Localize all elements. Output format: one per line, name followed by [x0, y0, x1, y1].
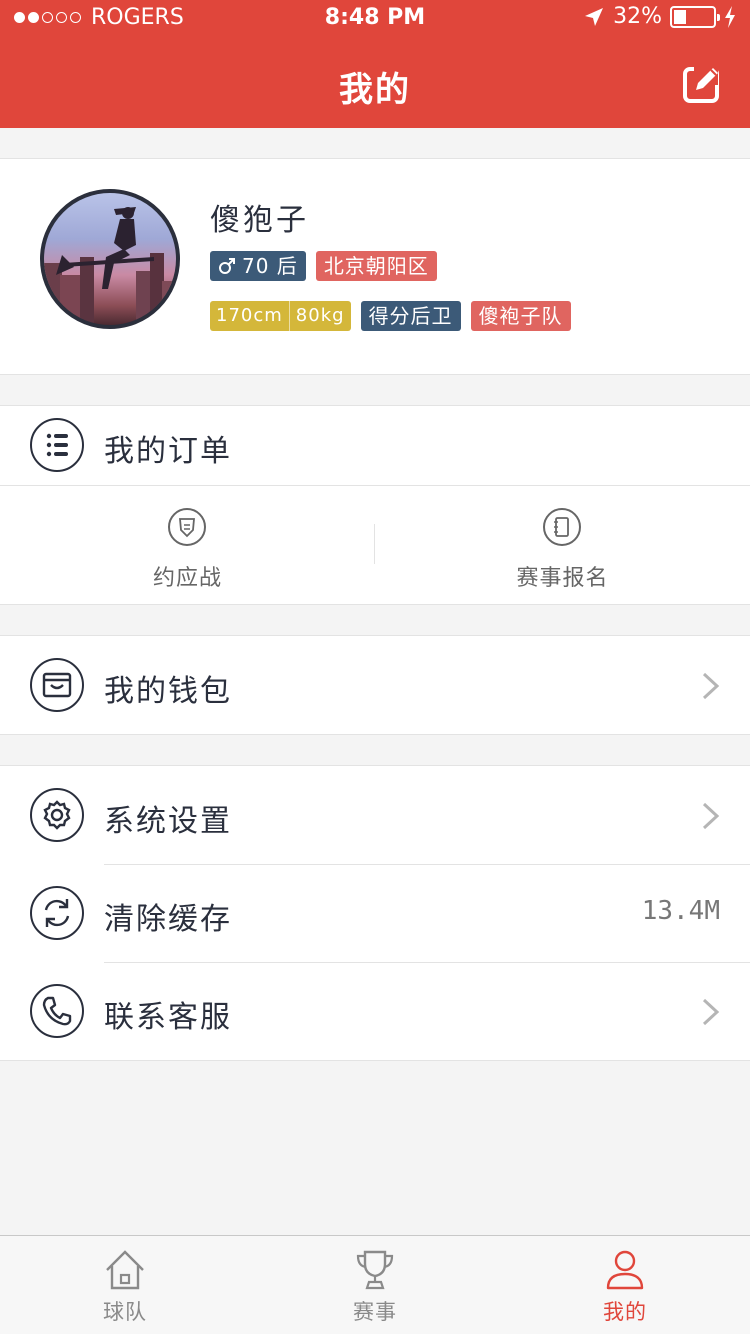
settings-row[interactable]: 系统设置 — [0, 766, 750, 864]
tab-bar: 球队 赛事 我的 — [0, 1235, 750, 1334]
location-tag: 北京朝阳区 — [315, 251, 437, 281]
status-right: 32% — [583, 4, 736, 29]
page-title: 我的 — [339, 70, 411, 110]
location-arrow-icon — [585, 7, 604, 26]
charging-bolt-icon — [725, 5, 735, 28]
wallet-label: 我的钱包 — [104, 674, 232, 709]
home-icon — [106, 1250, 144, 1290]
order-item-challenge[interactable]: 约应战 — [0, 486, 375, 606]
wallet-icon — [30, 658, 84, 712]
list-icon — [30, 418, 84, 472]
avatar-image — [44, 207, 176, 325]
settings-section: 系统设置 清除缓存 13.4M 联系客服 — [0, 765, 750, 1061]
tab-events[interactable]: 赛事 — [250, 1236, 500, 1334]
clear-cache-label: 清除缓存 — [104, 902, 232, 937]
refresh-icon — [30, 886, 84, 940]
orders-section: 我的订单 约应战 赛事报名 — [0, 405, 750, 605]
tab-label: 球队 — [103, 1300, 147, 1324]
battery-percent: 32% — [613, 4, 662, 29]
customer-service-row[interactable]: 联系客服 — [0, 963, 750, 1060]
order-item-label: 约应战 — [152, 566, 222, 591]
cache-size-value: 13.4M — [641, 896, 720, 926]
clear-cache-row[interactable]: 清除缓存 — [0, 865, 750, 962]
chevron-right-icon — [702, 672, 720, 700]
tag-row-player: 170cm 80kg 得分后卫 傻袍子队 — [210, 301, 571, 331]
settings-label: 系统设置 — [104, 804, 232, 839]
nickname: 傻狍子 — [210, 203, 309, 238]
profile-card[interactable]: 傻狍子 70 后 北京朝阳区 170cm 80kg 得分后卫 傻袍子队 — [0, 158, 750, 375]
order-item-registration[interactable]: 赛事报名 — [375, 486, 750, 606]
gender-age-tag: 70 后 — [210, 251, 306, 281]
trophy-icon — [356, 1250, 394, 1290]
body-stats-tag: 170cm 80kg — [210, 301, 351, 331]
customer-service-label: 联系客服 — [104, 1000, 232, 1035]
edit-icon[interactable] — [682, 64, 722, 104]
header-bar: ROGERS 8:48 PM 32% 我的 — [0, 0, 750, 128]
tab-team[interactable]: 球队 — [0, 1236, 250, 1334]
chevron-right-icon — [702, 802, 720, 830]
orders-label: 我的订单 — [104, 434, 232, 469]
order-item-label: 赛事报名 — [516, 566, 609, 591]
phone-icon — [30, 984, 84, 1038]
gender-age-text: 70 后 — [242, 254, 298, 278]
battery-icon — [670, 5, 720, 28]
weight-value: 80kg — [295, 305, 345, 326]
tab-label: 赛事 — [353, 1300, 397, 1324]
tag-row-basic: 70 后 北京朝阳区 — [210, 251, 437, 281]
notebook-icon — [543, 508, 581, 546]
gear-icon — [30, 788, 84, 842]
male-icon — [219, 258, 235, 274]
chevron-right-icon — [702, 998, 720, 1026]
tab-label: 我的 — [603, 1300, 647, 1324]
user-icon — [606, 1250, 644, 1290]
shield-icon — [168, 508, 206, 546]
avatar[interactable] — [40, 189, 180, 329]
orders-row[interactable]: 我的订单 — [0, 406, 750, 485]
wallet-row[interactable]: 我的钱包 — [0, 635, 750, 735]
team-tag: 傻袍子队 — [470, 301, 571, 331]
tab-mine[interactable]: 我的 — [500, 1236, 750, 1334]
status-bar: ROGERS 8:48 PM 32% — [0, 0, 750, 38]
position-tag: 得分后卫 — [360, 301, 461, 331]
height-value: 170cm — [216, 305, 283, 326]
